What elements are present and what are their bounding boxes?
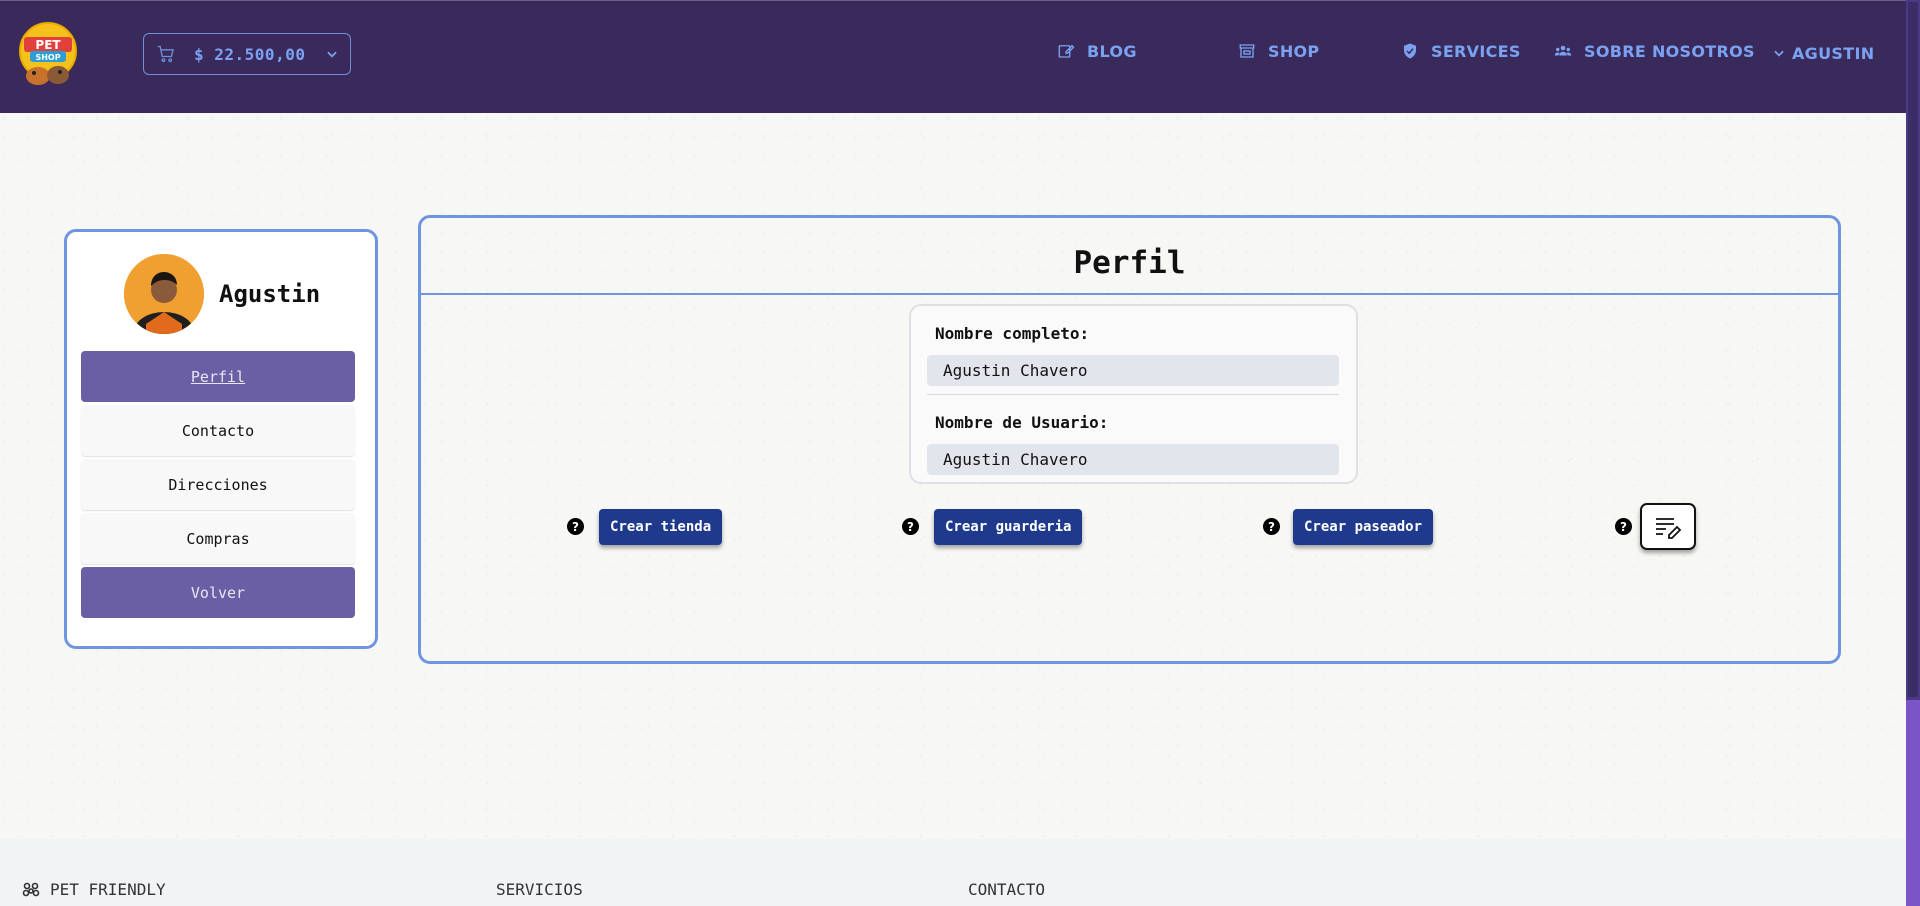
avatar [124, 254, 204, 334]
sidebar-item-direcciones[interactable]: Direcciones [81, 459, 355, 510]
sidebar-username: Agustin [219, 280, 321, 308]
full-name-label: Nombre completo: [935, 324, 1090, 343]
top-navbar: PET SHOP $ 22.500,00 BLOG SHOP SERVICES [0, 0, 1906, 113]
pet-shop-logo[interactable]: PET SHOP [14, 21, 82, 87]
cart-icon [157, 45, 174, 63]
scrollbar-thumb[interactable] [1908, 2, 1918, 697]
create-store-button[interactable]: Crear tienda [599, 509, 723, 545]
footer-col-pet-friendly: PET FRIENDLY [22, 880, 166, 899]
svg-text:SHOP: SHOP [35, 53, 60, 62]
users-icon [1554, 45, 1572, 56]
sidebar-item-perfil[interactable]: Perfil [81, 351, 355, 402]
profile-card: Perfil Nombre completo: Agustin Chavero … [418, 215, 1841, 664]
help-icon[interactable]: ? [567, 518, 584, 535]
chevron-down-icon [1774, 50, 1784, 57]
help-icon[interactable]: ? [1615, 518, 1632, 535]
nav-services[interactable]: SERVICES [1401, 39, 1521, 63]
profile-sidebar: Agustin Perfil Contacto Direcciones Comp… [64, 229, 378, 649]
user-menu[interactable]: AGUSTIN [1772, 41, 1874, 65]
scrollbar-track [1906, 700, 1920, 906]
cart-dropdown[interactable]: $ 22.500,00 [143, 33, 351, 75]
cart-total: $ 22.500,00 [194, 44, 306, 64]
create-walker-button[interactable]: Crear paseador [1293, 509, 1434, 545]
sidebar-item-contacto[interactable]: Contacto [81, 405, 355, 456]
full-name-field: Agustin Chavero [927, 355, 1339, 386]
help-icon[interactable]: ? [902, 518, 919, 535]
edit-notes-icon [1656, 517, 1682, 539]
paw-icon [22, 882, 40, 896]
username-label: Nombre de Usuario: [935, 413, 1109, 432]
sidebar-item-compras[interactable]: Compras [81, 513, 355, 564]
footer-col-servicios: SERVICIOS [496, 880, 583, 899]
edit-profile-button[interactable] [1640, 503, 1696, 550]
nav-sobre-nosotros[interactable]: SOBRE NOSOTROS [1554, 39, 1755, 63]
username-field: Agustin Chavero [927, 444, 1339, 475]
page-scrollbar[interactable] [1906, 0, 1920, 906]
svg-text:PET: PET [35, 38, 61, 52]
shield-icon [1404, 43, 1416, 59]
profile-info-box: Nombre completo: Agustin Chavero Nombre … [909, 304, 1358, 484]
create-daycare-button[interactable]: Crear guarderia [934, 509, 1083, 545]
title-divider [421, 293, 1838, 295]
footer: PET FRIENDLY SERVICIOS CONTACTO [0, 839, 1906, 906]
edit-icon [1058, 44, 1075, 58]
nav-shop[interactable]: SHOP [1238, 39, 1319, 63]
footer-col-contacto: CONTACTO [968, 880, 1046, 899]
field-divider [927, 394, 1339, 395]
help-icon[interactable]: ? [1263, 518, 1280, 535]
store-icon [1239, 44, 1255, 58]
back-button[interactable]: Volver [81, 567, 355, 618]
page-title: Perfil [1073, 245, 1186, 281]
nav-blog[interactable]: BLOG [1057, 39, 1137, 63]
chevron-down-icon [327, 51, 338, 58]
